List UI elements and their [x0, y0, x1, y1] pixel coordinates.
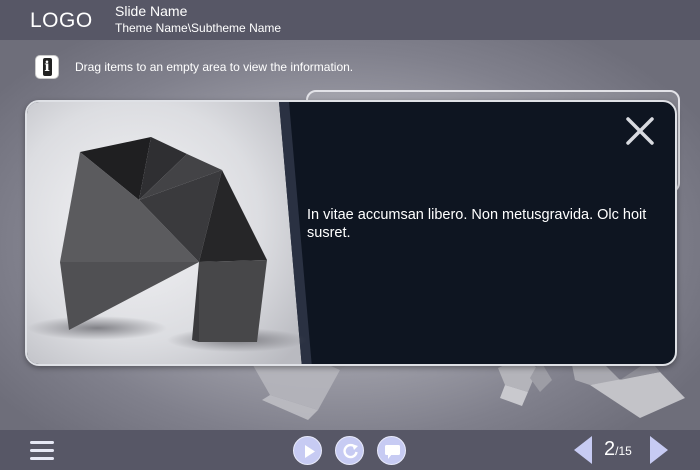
page-counter: 2/15	[604, 438, 632, 461]
origami-image	[27, 102, 312, 364]
replay-icon	[343, 443, 358, 459]
popup-body-text: In vitae accumsan libero. Non metusgravi…	[307, 207, 647, 241]
play-button[interactable]	[293, 436, 322, 465]
info-icon: i	[35, 55, 59, 79]
header-bar: LOGO Slide Name Theme Name\Subtheme Name	[0, 0, 700, 40]
hamburger-icon[interactable]	[30, 441, 54, 461]
next-arrow-icon[interactable]	[648, 435, 670, 465]
page-current: 2	[604, 438, 616, 460]
prev-arrow-icon[interactable]	[572, 435, 594, 465]
replay-button[interactable]	[335, 436, 364, 465]
page-total: /15	[615, 444, 632, 458]
slide-title: Slide Name	[115, 3, 188, 19]
comment-button[interactable]	[377, 436, 406, 465]
theme-breadcrumb: Theme Name\Subtheme Name	[115, 21, 282, 35]
play-icon	[305, 445, 315, 458]
footer-bar: 2/15	[0, 430, 700, 470]
close-icon[interactable]	[625, 116, 655, 146]
logo: LOGO	[30, 9, 93, 32]
comment-icon	[385, 445, 400, 459]
info-popup: In vitae accumsan libero. Non metusgravi…	[25, 100, 677, 366]
instruction-text: Drag items to an empty area to view the …	[75, 60, 354, 74]
